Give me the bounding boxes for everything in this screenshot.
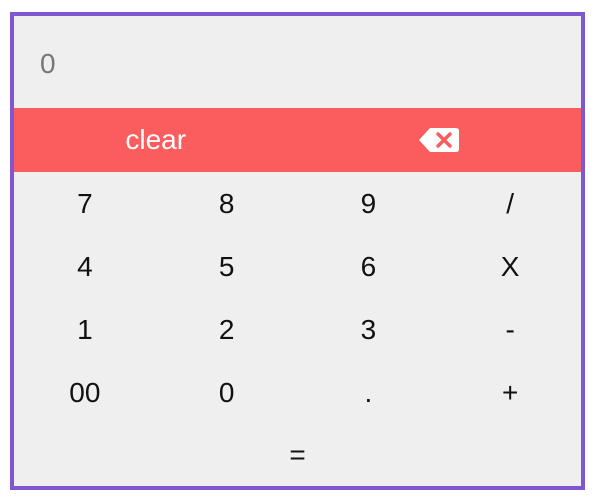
key-divide[interactable]: / — [439, 172, 581, 235]
key-6[interactable]: 6 — [298, 235, 440, 298]
key-8[interactable]: 8 — [156, 172, 298, 235]
key-add[interactable]: + — [439, 361, 581, 424]
clear-button[interactable]: clear — [14, 108, 298, 172]
key-4[interactable]: 4 — [14, 235, 156, 298]
key-2[interactable]: 2 — [156, 298, 298, 361]
key-7[interactable]: 7 — [14, 172, 156, 235]
key-decimal[interactable]: . — [298, 361, 440, 424]
equals-label: = — [289, 439, 306, 470]
backspace-icon — [419, 128, 460, 152]
clear-label: clear — [125, 124, 187, 155]
calculator-display: 0 — [14, 16, 581, 108]
calculator: 0 clear 7 8 9/4 5 6 X 1 2 3-00 0. + = — [10, 12, 585, 490]
equals-button[interactable]: = — [14, 424, 581, 486]
key-5[interactable]: 5 — [156, 235, 298, 298]
key-9[interactable]: 9 — [298, 172, 440, 235]
key-1[interactable]: 1 — [14, 298, 156, 361]
key-0[interactable]: 0 — [156, 361, 298, 424]
key-00[interactable]: 00 — [14, 361, 156, 424]
keypad: 7 8 9/ 4 5 6 X 1 2 3- 00 0. + — [14, 172, 581, 424]
key-subtract[interactable]: - — [439, 298, 581, 361]
action-bar: clear — [14, 108, 581, 172]
backspace-button[interactable] — [298, 108, 582, 172]
key-multiply[interactable]: X — [439, 235, 581, 298]
key-3[interactable]: 3 — [298, 298, 440, 361]
display-value: 0 — [40, 48, 56, 79]
